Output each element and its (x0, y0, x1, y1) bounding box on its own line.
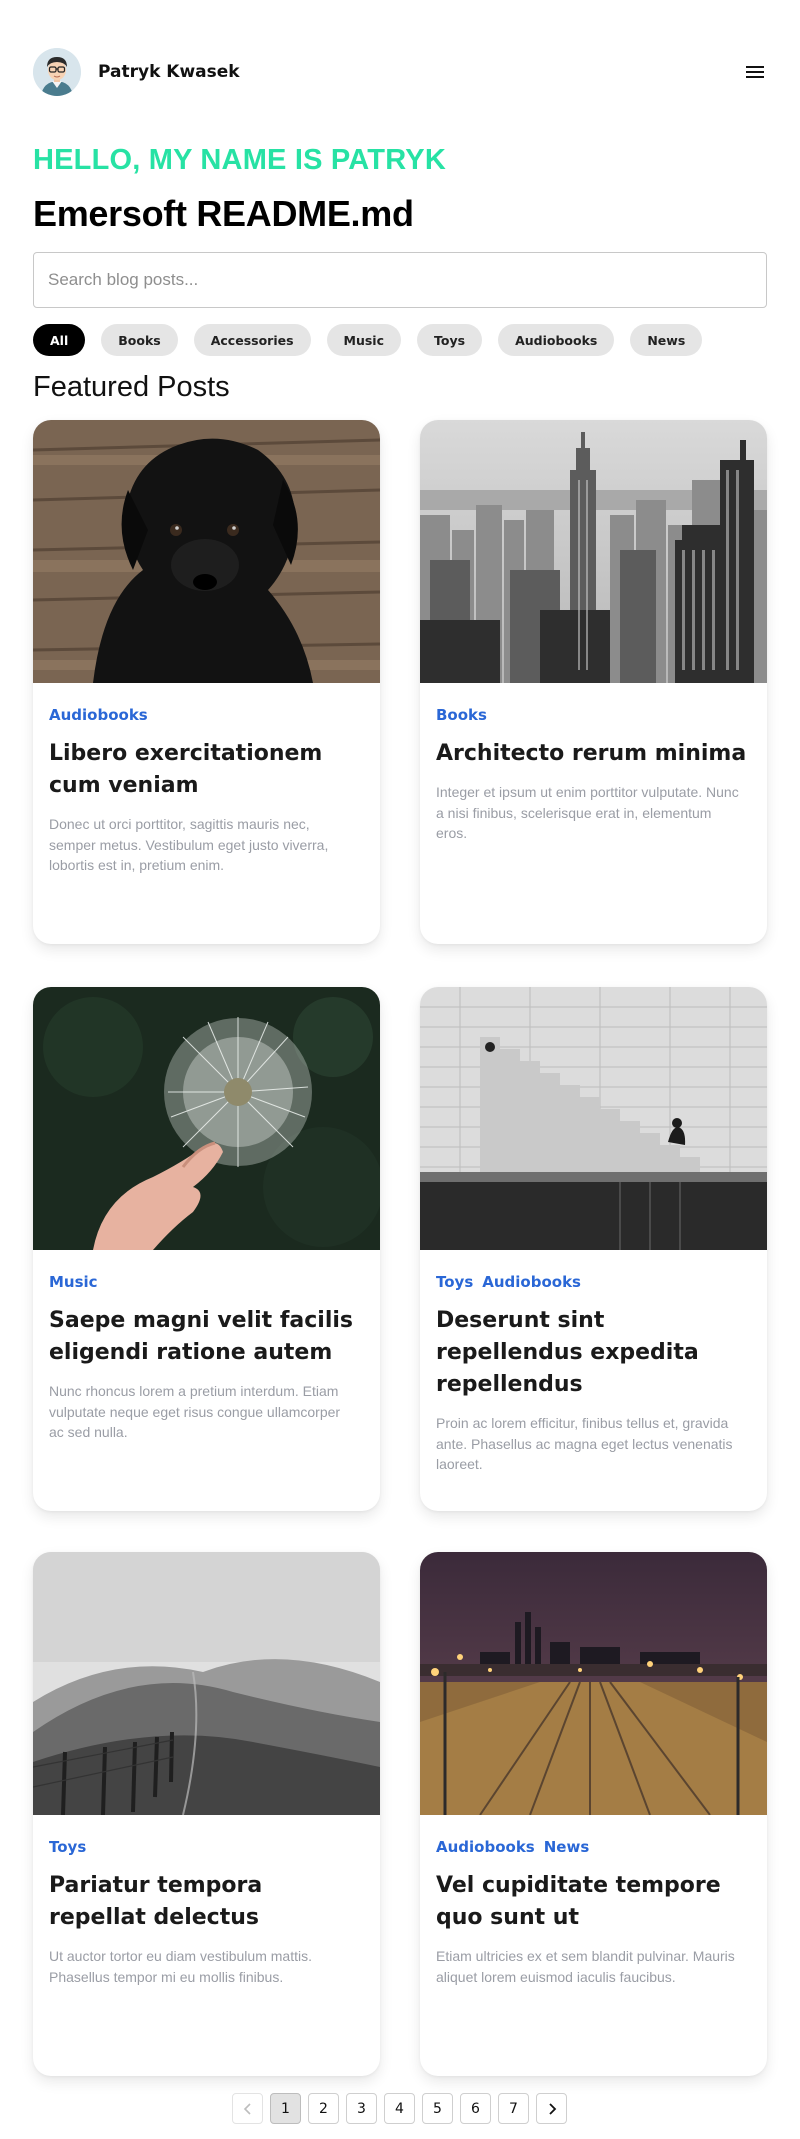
post-image[interactable] (420, 987, 767, 1250)
stone-stairs-bw-photo-icon (420, 987, 767, 1250)
post-excerpt: Proin ac lorem efficitur, finibus tellus… (436, 1415, 733, 1472)
filter-chip-news[interactable]: News (630, 324, 703, 356)
post-tag[interactable]: Audiobooks (49, 706, 148, 724)
menu-button[interactable] (743, 60, 767, 84)
post-tags: Audiobooks News (436, 1837, 751, 1857)
category-filters: All Books Accessories Music Toys Audiobo… (33, 324, 718, 356)
post-excerpt: Etiam ultricies ex et sem blandit pulvin… (436, 1948, 735, 1985)
chevron-right-icon (548, 2102, 556, 2115)
avatar-illustration-icon (33, 48, 81, 96)
page-button-7[interactable]: 7 (498, 2093, 529, 2124)
prev-page-button[interactable] (232, 2093, 263, 2124)
post-card[interactable]: Books Architecto rerum minima Integer et… (420, 420, 767, 944)
page-button-4[interactable]: 4 (384, 2093, 415, 2124)
post-tag[interactable]: Toys (436, 1273, 473, 1291)
post-tags: Audiobooks (49, 705, 364, 725)
page-button-2[interactable]: 2 (308, 2093, 339, 2124)
post-tag[interactable]: Audiobooks (482, 1273, 581, 1291)
post-image[interactable] (33, 420, 380, 683)
post-tags: Toys Audiobooks (436, 1272, 751, 1292)
black-puppy-on-wood-photo-icon (33, 420, 380, 683)
filter-chip-toys[interactable]: Toys (417, 324, 483, 356)
page-button-1[interactable]: 1 (270, 2093, 301, 2124)
post-title[interactable]: Architecto rerum minima (436, 738, 751, 770)
post-title[interactable]: Pariatur tempora repellat delectus (49, 1870, 364, 1934)
page-button-3[interactable]: 3 (346, 2093, 377, 2124)
post-card[interactable]: Toys Audiobooks Deserunt sint repellendu… (420, 987, 767, 1511)
post-title[interactable]: Deserunt sint repellendus expedita repel… (436, 1305, 751, 1401)
post-tag[interactable]: News (544, 1838, 590, 1856)
filter-chip-all[interactable]: All (33, 324, 86, 356)
search-input[interactable] (33, 252, 767, 308)
post-card[interactable]: Music Saepe magni velit facilis eligendi… (33, 987, 380, 1511)
hero-greeting: HELLO, MY NAME IS PATRYK (33, 144, 446, 176)
post-excerpt: Integer et ipsum ut enim porttitor vulpu… (436, 784, 739, 841)
post-image[interactable] (420, 1552, 767, 1815)
post-tags: Music (49, 1272, 364, 1292)
post-image[interactable] (33, 1552, 380, 1815)
post-tag[interactable]: Audiobooks (436, 1838, 535, 1856)
filter-chip-accessories[interactable]: Accessories (193, 324, 311, 356)
page-button-6[interactable]: 6 (460, 2093, 491, 2124)
railway-night-city-photo-icon (420, 1552, 767, 1815)
post-tags: Toys (49, 1837, 364, 1857)
chevron-left-icon (243, 2102, 251, 2115)
post-tags: Books (436, 705, 751, 725)
post-card[interactable]: Audiobooks News Vel cupiditate tempore q… (420, 1552, 767, 2076)
post-title[interactable]: Vel cupiditate tempore quo sunt ut (436, 1870, 751, 1934)
hills-fence-bw-photo-icon (33, 1552, 380, 1815)
post-tag[interactable]: Toys (49, 1838, 86, 1856)
author-name[interactable]: Patryk Kwasek (98, 62, 240, 82)
city-skyline-bw-photo-icon (420, 420, 767, 683)
page-title: Emersoft README.md (33, 193, 414, 234)
post-image[interactable] (33, 987, 380, 1250)
post-excerpt: Donec ut orci porttitor, sagittis mauris… (49, 816, 329, 873)
post-excerpt: Nunc rhoncus lorem a pretium interdum. E… (49, 1383, 341, 1440)
section-title: Featured Posts (33, 371, 230, 403)
post-tag[interactable]: Music (49, 1273, 98, 1291)
filter-chip-books[interactable]: Books (101, 324, 178, 356)
next-page-button[interactable] (536, 2093, 567, 2124)
post-title[interactable]: Saepe magni velit facilis eligendi ratio… (49, 1305, 364, 1369)
filter-chip-audiobooks[interactable]: Audiobooks (498, 324, 615, 356)
post-card[interactable]: Audiobooks Libero exercitationem cum ven… (33, 420, 380, 944)
hamburger-menu-icon (746, 66, 764, 78)
post-title[interactable]: Libero exercitationem cum veniam (49, 738, 364, 802)
filter-chip-music[interactable]: Music (326, 324, 402, 356)
page-button-5[interactable]: 5 (422, 2093, 453, 2124)
post-card[interactable]: Toys Pariatur tempora repellat delectus … (33, 1552, 380, 2076)
post-excerpt: Ut auctor tortor eu diam vestibulum matt… (49, 1948, 312, 1985)
dandelion-in-hand-photo-icon (33, 987, 380, 1250)
avatar[interactable] (33, 48, 81, 96)
post-tag[interactable]: Books (436, 706, 487, 724)
site-header: Patryk Kwasek (33, 48, 767, 96)
post-image[interactable] (420, 420, 767, 683)
pagination: 1 2 3 4 5 6 7 (232, 2093, 574, 2125)
